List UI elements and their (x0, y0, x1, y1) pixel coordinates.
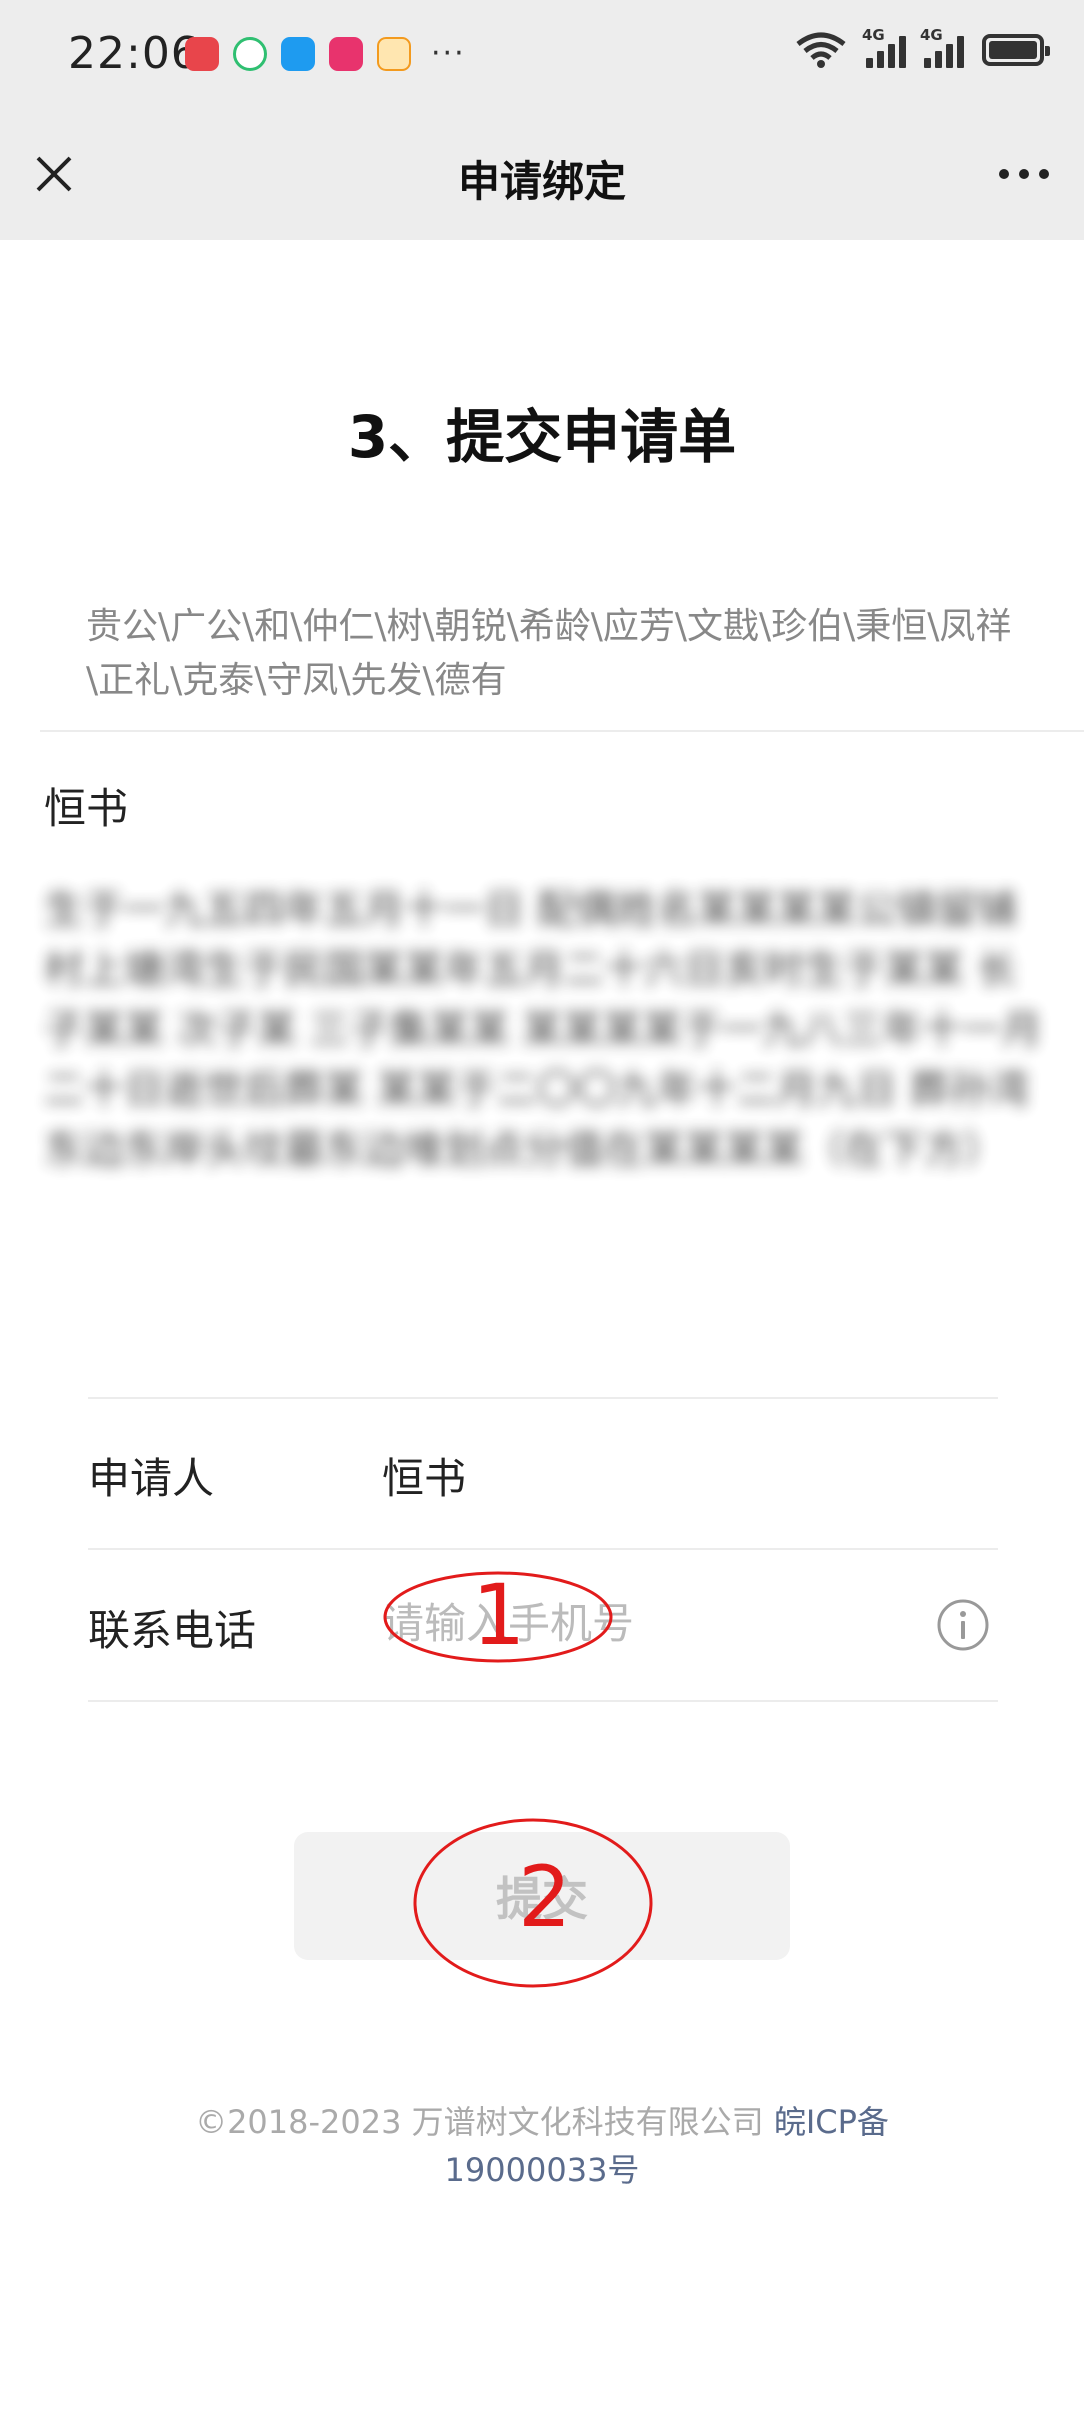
divider (88, 1700, 998, 1702)
icp-link-number[interactable]: 19000033号 (445, 2151, 640, 2189)
lineage-path: 贵公\广公\和\仲仁\树\朝锐\希龄\应芳\文戡\珍伯\秉恒\凤祥\正礼\克泰\… (86, 606, 1012, 701)
annotation-marker-2: 2 (518, 1848, 572, 1946)
status-time: 22:06 (68, 28, 200, 79)
divider (88, 1548, 998, 1550)
step-title: 3、提交申请单 (347, 403, 737, 471)
battery-icon (982, 34, 1050, 66)
nav-bar: 申请绑定 (0, 110, 1084, 240)
signal-4g-1-icon: 4G (862, 26, 906, 68)
divider (40, 730, 1084, 732)
more-options-icon[interactable] (994, 150, 1054, 198)
notification-icons: ··· (185, 36, 466, 71)
more-notifications-icon: ··· (431, 36, 466, 71)
biography-blurred: 生于一九五四年五月十一日 配偶姓名某某某某公镇留铺村上塘湾生于民国某某年五月二十… (44, 887, 1043, 1173)
app-icon-red (185, 36, 219, 71)
person-name: 恒书 (44, 784, 129, 833)
footer: ©2018-2023 万谱树文化科技有限公司 皖ICP备 19000033号 (0, 2098, 1084, 2194)
icp-link[interactable]: 皖ICP备 (774, 2103, 889, 2141)
applicant-label: 申请人 (88, 1454, 215, 1503)
footer-copyright: ©2018-2023 万谱树文化科技有限公司 (195, 2103, 774, 2141)
system-indicators: 4G 4G (794, 26, 1050, 70)
applicant-value: 恒书 (382, 1454, 467, 1503)
app-icon-blue (281, 36, 315, 71)
info-icon[interactable] (936, 1598, 990, 1652)
phone-label: 联系电话 (88, 1606, 257, 1655)
wifi-icon (796, 32, 846, 68)
app-icon-orange (377, 36, 411, 71)
annotation-marker-1: 1 (472, 1566, 526, 1664)
page-title-bar: 申请绑定 (457, 157, 626, 206)
signal-4g-2-icon: 4G (920, 26, 964, 68)
app-icon-pink (329, 36, 363, 71)
status-bar: 22:06 ··· 4G 4G (0, 0, 1084, 110)
divider (88, 1397, 998, 1399)
app-icon-green (233, 36, 267, 71)
